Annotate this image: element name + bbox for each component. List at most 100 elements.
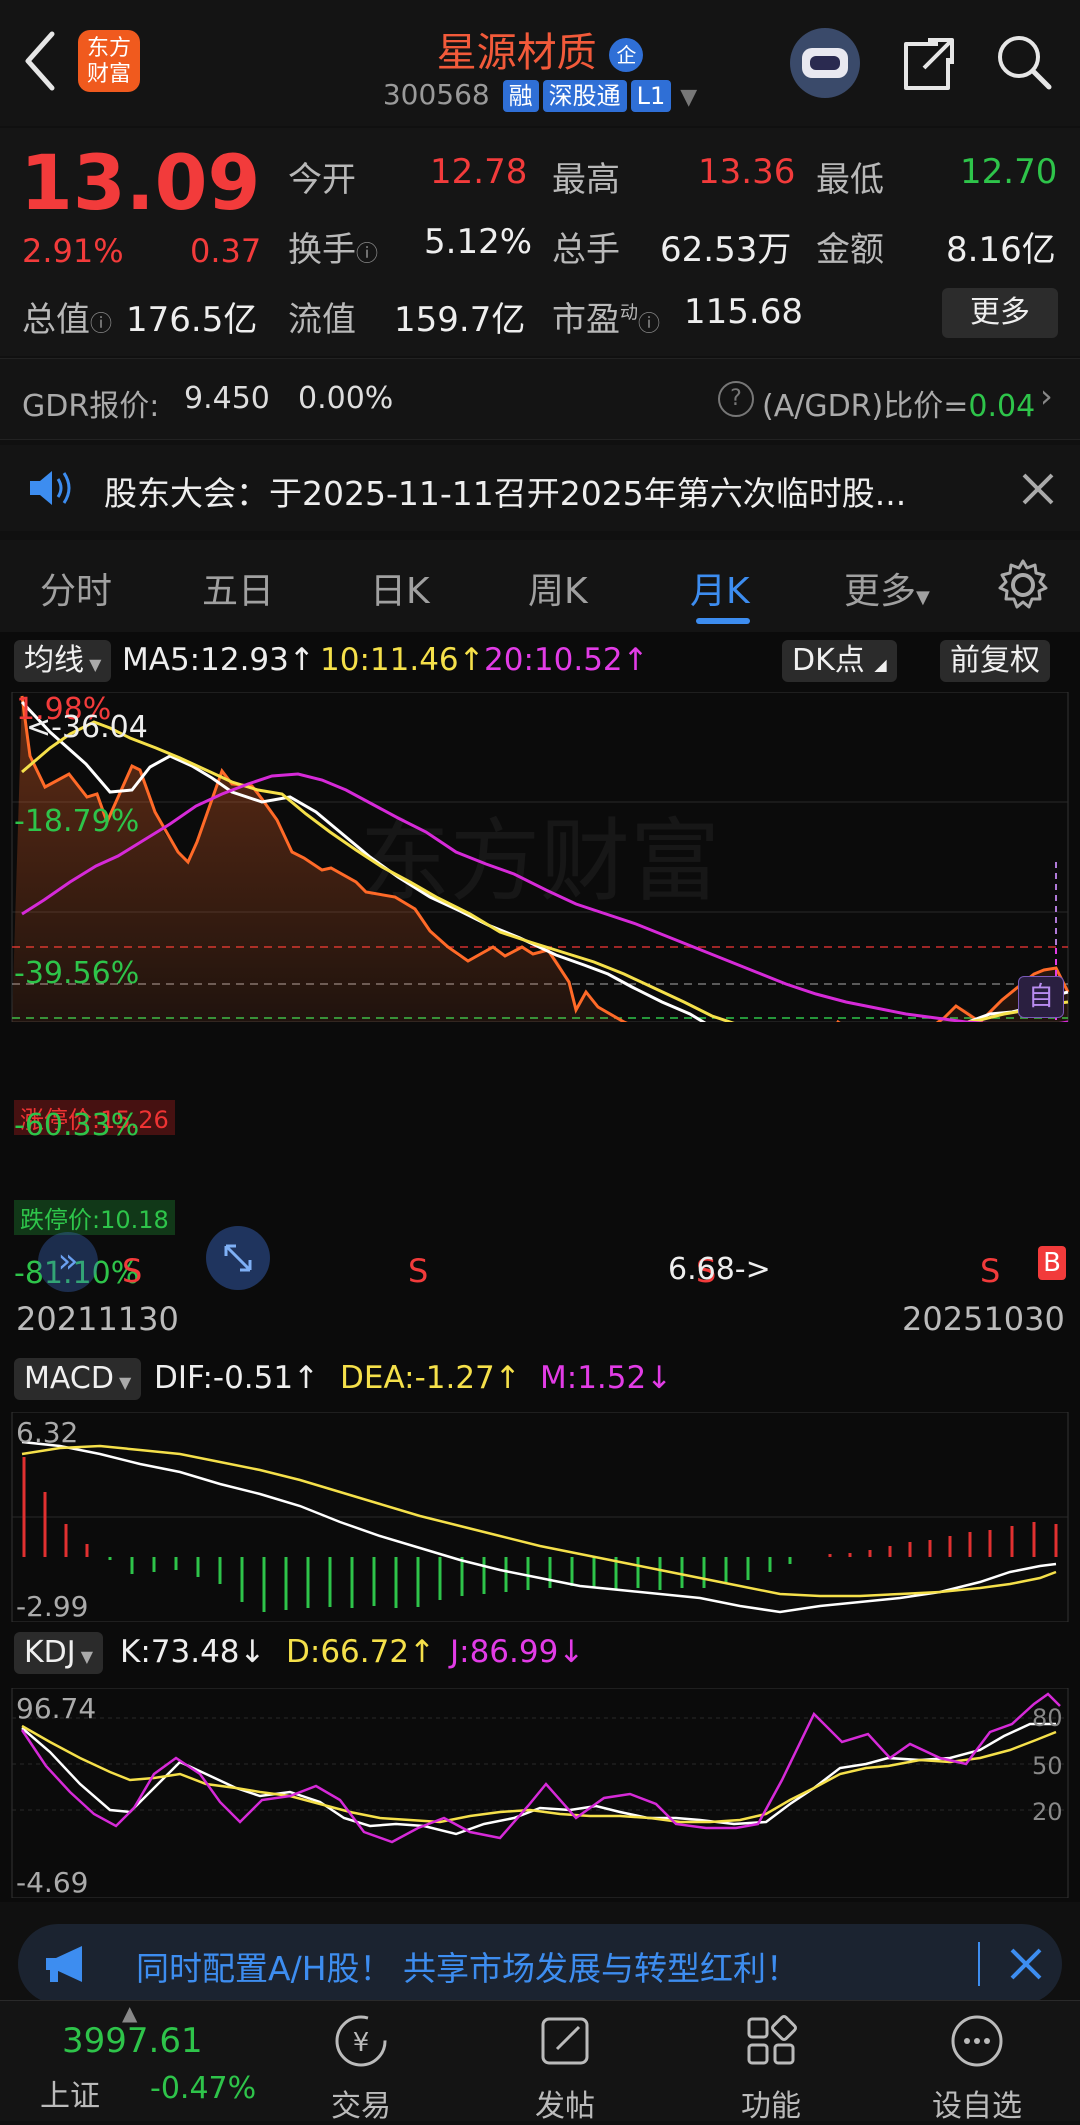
search-icon[interactable]	[994, 32, 1054, 92]
kdj-level-20: 20	[1032, 1798, 1063, 1826]
kline-chart[interactable]: 东方财富	[0, 692, 1080, 1022]
settings-gear-icon[interactable]	[996, 558, 1050, 612]
max-price-label: <-36.04	[26, 710, 148, 745]
turnover-value: 5.12%	[424, 222, 533, 262]
tab-more[interactable]: 更多▼	[844, 562, 930, 614]
macd-dif: DIF:-0.51↑	[154, 1360, 320, 1396]
gdr-row[interactable]: GDR报价: 9.450 0.00% ? (A/GDR)比价=0.04 ›	[0, 358, 1080, 440]
open-label: 今开	[288, 160, 356, 200]
promo-banner[interactable]: 同时配置A/H股！ 共享市场发展与转型红利！	[18, 1924, 1062, 2004]
kdj-selector[interactable]: KDJ ▼	[14, 1632, 104, 1674]
kdj-level-50: 50	[1032, 1752, 1063, 1780]
nav-trade[interactable]: ¥ 交易	[286, 2001, 436, 2125]
more-button[interactable]: 更多	[942, 288, 1058, 338]
macd-selector[interactable]: MACD ▼	[14, 1358, 142, 1400]
volume-label: 总手	[552, 230, 620, 270]
index-change: -0.47%	[150, 2071, 257, 2106]
notice-text: 股东大会：于2025-11-11召开2025年第六次临时股...	[104, 474, 907, 513]
high-label: 最高	[552, 160, 620, 200]
sell-marker-4: S	[980, 1252, 1001, 1290]
close-icon[interactable]	[1020, 471, 1056, 507]
gdr-change: 0.00%	[298, 381, 394, 416]
mktcap-label: 总值ⓘ	[22, 300, 113, 340]
gdr-price: 9.450	[184, 381, 270, 416]
nav-function[interactable]: 功能	[696, 2001, 846, 2125]
kdj-chart[interactable]	[0, 1688, 1080, 1898]
function-grid-icon	[747, 2015, 797, 2065]
post-edit-icon	[541, 2017, 589, 2065]
nav-function-label: 功能	[741, 2089, 801, 2124]
notice-bar[interactable]: 股东大会：于2025-11-11召开2025年第六次临时股...	[0, 445, 1080, 531]
ma5-value: MA5:12.93↑	[122, 642, 315, 678]
nav-watchlist[interactable]: 设自选	[902, 2001, 1052, 2125]
sell-marker-1: S	[122, 1252, 143, 1290]
kdj-level-80: 80	[1032, 1704, 1063, 1732]
stock-name: 星源材质	[436, 30, 597, 76]
index-name: 上证	[40, 2079, 100, 2114]
header-bar: 东方 财富 星源材质 企 300568 融深股通 L1 ▼	[0, 0, 1080, 126]
tab-daily-k[interactable]: 日K	[370, 562, 430, 614]
tab-intraday[interactable]: 分时	[40, 562, 112, 614]
megaphone-icon	[46, 1946, 82, 1982]
tab-weekly-k[interactable]: 周K	[528, 562, 588, 614]
self-select-marker[interactable]: 自	[1018, 976, 1064, 1018]
double-chevron-icon[interactable]: »	[38, 1232, 98, 1292]
min-price-label: 6.68->	[668, 1252, 771, 1287]
macd-green-bars	[108, 1557, 792, 1612]
limit-down-label: 跌停价:10.18	[14, 1200, 175, 1235]
tab-monthly-k[interactable]: 月K	[690, 562, 750, 614]
nav-post[interactable]: 发帖	[490, 2001, 640, 2125]
enterprise-badge: 企	[609, 38, 644, 72]
dk-point-button[interactable]: DK点 ◢	[782, 640, 897, 682]
sell-marker-2: S	[408, 1252, 429, 1290]
gdr-label: GDR报价:	[22, 389, 160, 424]
macd-max-label: 6.32	[16, 1416, 79, 1449]
high-value: 13.36	[698, 152, 796, 192]
stock-code: 300568	[382, 78, 490, 111]
current-price: 13.09	[20, 138, 261, 227]
j-line	[20, 1692, 1061, 1844]
volume-value: 62.53万	[660, 230, 792, 270]
amount-value: 8.16亿	[946, 230, 1056, 270]
tab-five-day[interactable]: 五日	[202, 562, 274, 614]
dea-line	[21, 1444, 1057, 1598]
kdj-max-label: 96.74	[16, 1692, 97, 1725]
macd-m: M:1.52↓	[540, 1360, 673, 1396]
dif-line	[21, 1440, 1057, 1614]
expand-icon[interactable]	[206, 1226, 270, 1290]
close-icon[interactable]	[1008, 1946, 1044, 1982]
indicator-selector[interactable]: 均线 ▼	[14, 640, 112, 682]
quote-panel: 13.09 2.91% 0.37 今开 12.78 最高 13.36 最低 12…	[0, 128, 1080, 356]
nav-post-label: 发帖	[535, 2089, 595, 2124]
robot-avatar-icon[interactable]	[790, 28, 860, 98]
gdr-ratio: (A/GDR)比价=0.04	[762, 389, 1036, 424]
pe-label: 市盈动ⓘ	[552, 300, 661, 340]
adjust-button[interactable]: 前复权	[940, 640, 1050, 682]
macd-dea: DEA:-1.27↑	[340, 1360, 521, 1396]
macd-min-label: -2.99	[16, 1590, 89, 1623]
help-circle-icon[interactable]: ?	[718, 381, 754, 417]
amount-label: 金额	[816, 230, 884, 270]
kdj-j: J:86.99↓	[450, 1634, 585, 1670]
speaker-icon	[30, 471, 71, 505]
date-end: 20251030	[902, 1300, 1065, 1338]
kdj-d: D:66.72↑	[286, 1634, 436, 1670]
chevron-down-icon[interactable]: ▼	[680, 85, 697, 110]
period-tabs: 分时 五日 日K 周K 月K 更多▼	[0, 540, 1080, 632]
pct-level-2: -39.56%	[14, 956, 140, 991]
pct-level-3: -60.33%	[14, 1108, 140, 1143]
index-value[interactable]: 3997.61	[62, 2021, 203, 2061]
change-percent: 2.91%	[22, 232, 124, 270]
macd-chart[interactable]	[0, 1412, 1080, 1622]
share-icon[interactable]	[898, 34, 958, 94]
change-amount: 0.37	[190, 232, 262, 270]
trade-yen-icon: ¥	[335, 2015, 387, 2067]
svg-text:¥: ¥	[353, 2028, 370, 2058]
nav-trade-label: 交易	[331, 2089, 391, 2124]
promo-text: 同时配置A/H股！ 共享市场发展与转型红利！	[136, 1949, 799, 1988]
connect-badge: 深股通	[542, 80, 627, 112]
chevron-right-icon: ›	[1040, 377, 1053, 415]
more-dots-icon	[951, 2015, 1003, 2067]
float-label: 流值	[288, 300, 356, 340]
k-line	[21, 1722, 1056, 1836]
